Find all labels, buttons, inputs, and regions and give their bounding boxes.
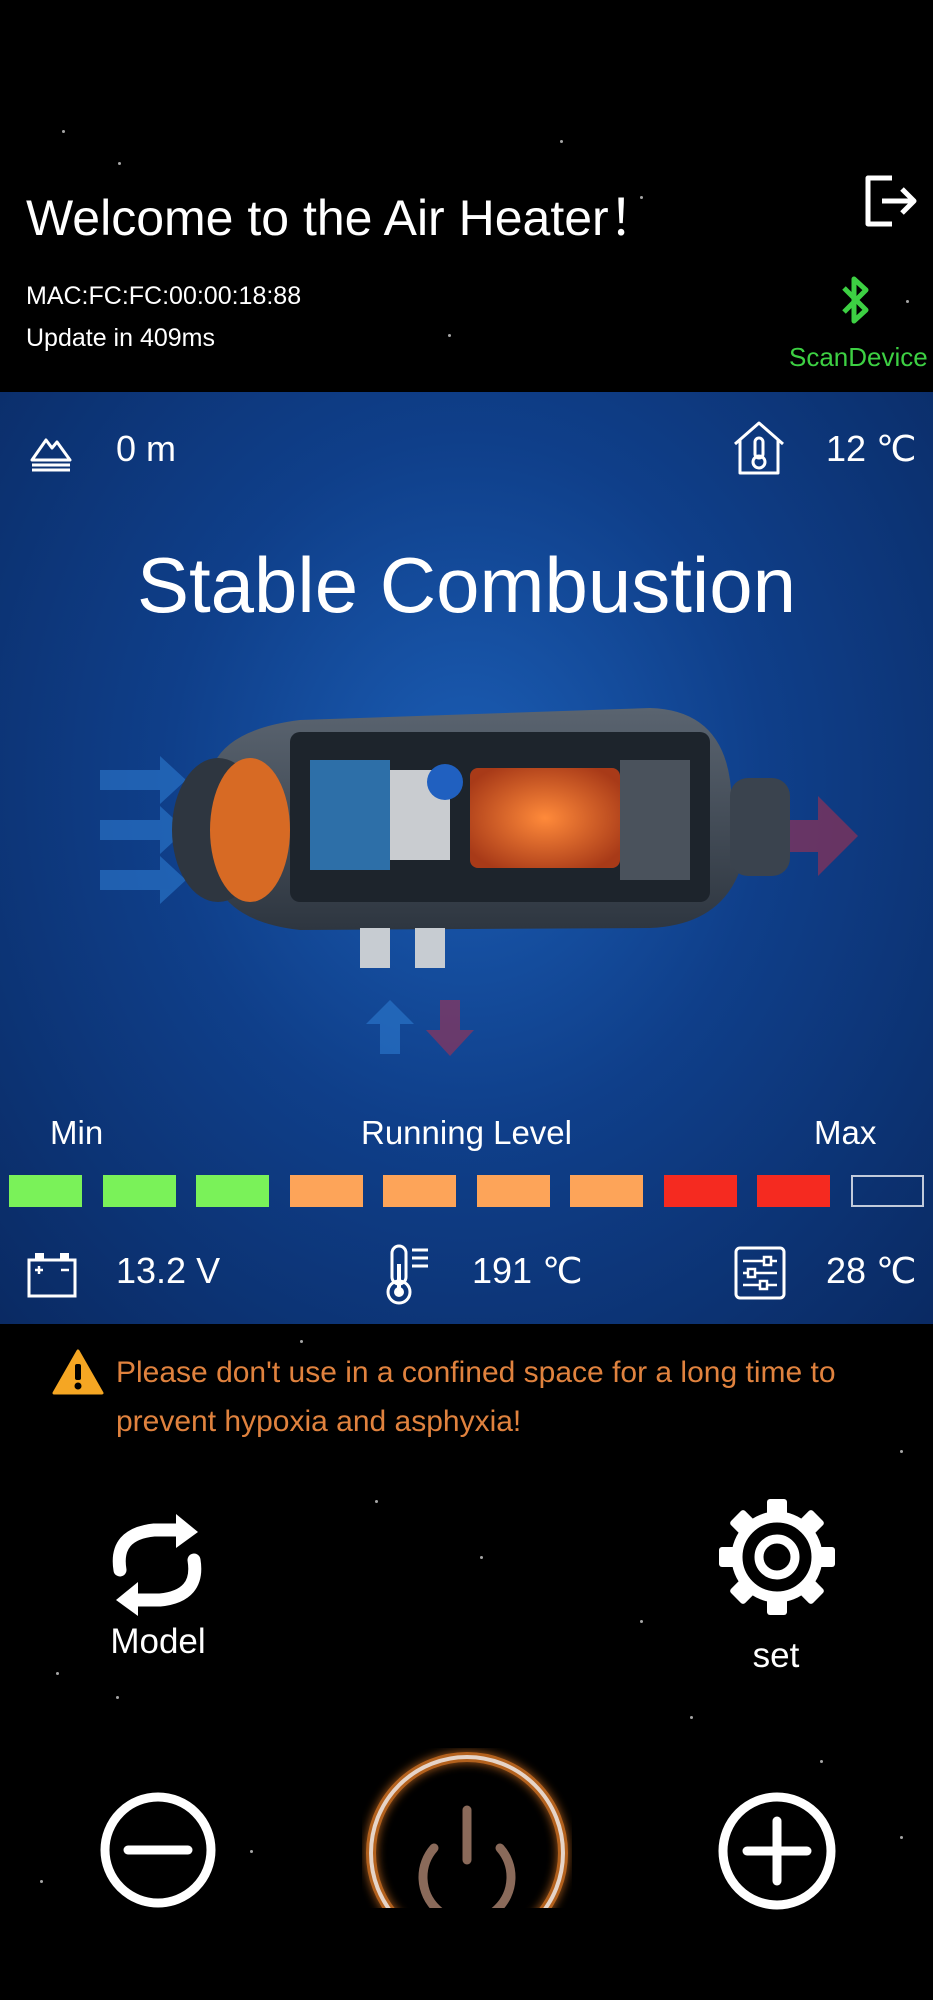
running-level-title: Running Level (361, 1114, 572, 1151)
logout-button[interactable] (862, 172, 920, 230)
refresh-icon (112, 1514, 202, 1616)
update-interval: Update in 409ms (26, 324, 216, 352)
scan-device-button[interactable]: ScanDevice (789, 342, 928, 373)
level-segment-7 (570, 1175, 644, 1207)
level-segment-9 (757, 1175, 831, 1207)
level-segment-10 (850, 1175, 924, 1207)
mac-address: MAC:FC:FC:00:00:18:88 (26, 282, 302, 310)
combustion-status: Stable Combustion (136, 541, 797, 629)
model-button[interactable] (98, 1506, 216, 1624)
altitude-value: 0 m (116, 428, 177, 469)
power-button[interactable] (362, 1748, 572, 1908)
heater-status-panel: 0 m 12 ℃ Stable Combustion Min Running L… (0, 392, 933, 1324)
logout-icon (865, 175, 917, 227)
increase-button[interactable] (716, 1790, 838, 1912)
level-segment-4 (289, 1175, 363, 1207)
indoor-temperature: 12 ℃ (826, 428, 917, 469)
mountain-icon (28, 426, 76, 474)
level-segment-3 (196, 1175, 270, 1207)
level-segment-2 (102, 1175, 176, 1207)
bluetooth-icon[interactable] (836, 274, 876, 326)
set-button[interactable] (716, 1496, 838, 1618)
level-segment-1 (9, 1175, 82, 1207)
plus-icon (718, 1792, 836, 1910)
level-segment-8 (663, 1175, 737, 1207)
heater-illustration (100, 708, 858, 1056)
thermometer-icon (380, 1242, 436, 1306)
max-label: Max (814, 1114, 877, 1151)
battery-voltage: 13.2 V (116, 1250, 221, 1291)
warning-icon (52, 1348, 104, 1396)
running-level-bar (9, 1175, 924, 1209)
model-label: Model (110, 1622, 206, 1661)
set-label: set (752, 1636, 800, 1675)
minus-icon (100, 1792, 216, 1908)
gear-icon (719, 1499, 835, 1615)
house-thermometer-icon (732, 420, 786, 476)
level-segment-6 (476, 1175, 550, 1207)
battery-icon (26, 1248, 78, 1300)
power-icon (366, 1752, 568, 1908)
page-title: Welcome to the Air Heater！ (26, 190, 659, 246)
decrease-button[interactable] (98, 1790, 218, 1910)
warning-text-line-1: Please don't use in a confined space for… (116, 1356, 836, 1389)
level-segment-5 (383, 1175, 457, 1207)
heater-temperature: 191 ℃ (472, 1250, 583, 1291)
sliders-icon (734, 1246, 786, 1300)
set-temperature: 28 ℃ (826, 1250, 917, 1291)
warning-text-line-2: prevent hypoxia and asphyxia! (116, 1405, 522, 1438)
